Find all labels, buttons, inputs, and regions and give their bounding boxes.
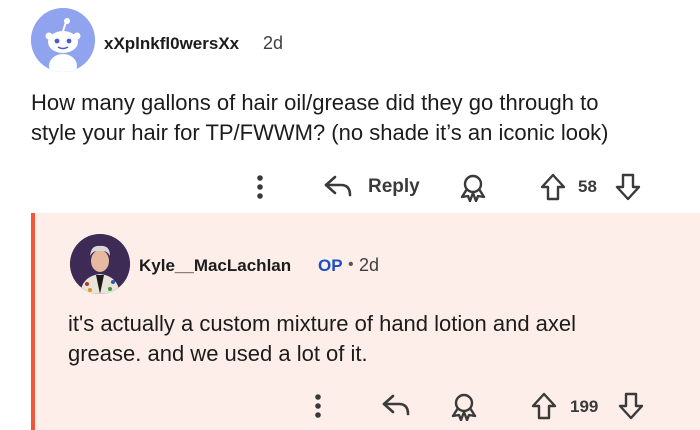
more-options-button[interactable] <box>250 173 270 201</box>
score: 199 <box>570 397 599 416</box>
comment-username[interactable]: xXplnkfl0wersXx <box>104 34 239 54</box>
separator-dot: • <box>348 256 354 273</box>
downvote-arrow-icon <box>618 392 644 420</box>
award-button[interactable] <box>447 390 481 422</box>
more-options-button[interactable] <box>308 392 328 420</box>
upvote-arrow-icon <box>531 392 557 420</box>
comment-body-line-2: style your hair for TP/FWWM? (no shade i… <box>31 120 609 145</box>
award-icon <box>460 174 486 202</box>
profile-photo-icon <box>70 234 130 294</box>
snoo-avatar-icon <box>31 8 95 72</box>
comment: xXplnkfl0wersXx 2d How many gallons of h… <box>0 0 700 212</box>
vertical-dots-icon <box>315 394 321 418</box>
reply-username[interactable]: Kyle__MacLachlan <box>139 256 291 276</box>
reply-arrow-icon <box>382 394 410 416</box>
award-icon <box>451 393 477 421</box>
reply-comment: Kyle__MacLachlan OP • 2d it's actually a… <box>31 213 700 430</box>
comment-time: 2d <box>263 33 284 53</box>
score: 58 <box>578 177 597 196</box>
op-badge: OP <box>318 256 343 275</box>
reply-body-line-2: grease. and we used a lot of it. <box>68 341 368 366</box>
reply-body-line-1: it's actually a custom mixture of hand l… <box>68 311 577 336</box>
reply-arrow-button[interactable] <box>380 391 412 419</box>
reply-time: 2d <box>359 255 380 275</box>
upvote-arrow-icon <box>540 173 566 201</box>
downvote-arrow-icon <box>615 173 641 201</box>
downvote-button[interactable] <box>612 171 644 203</box>
award-button[interactable] <box>456 171 490 203</box>
avatar[interactable] <box>31 8 95 72</box>
upvote-button[interactable] <box>537 171 569 203</box>
downvote-button[interactable] <box>615 390 647 422</box>
avatar[interactable] <box>70 234 130 294</box>
reply-button[interactable]: Reply <box>368 176 420 198</box>
reply-arrow-button[interactable] <box>322 172 354 200</box>
vertical-dots-icon <box>257 175 263 199</box>
comment-body-line-1: How many gallons of hair oil/grease did … <box>31 90 599 115</box>
upvote-button[interactable] <box>528 390 560 422</box>
reply-arrow-icon <box>324 175 352 197</box>
